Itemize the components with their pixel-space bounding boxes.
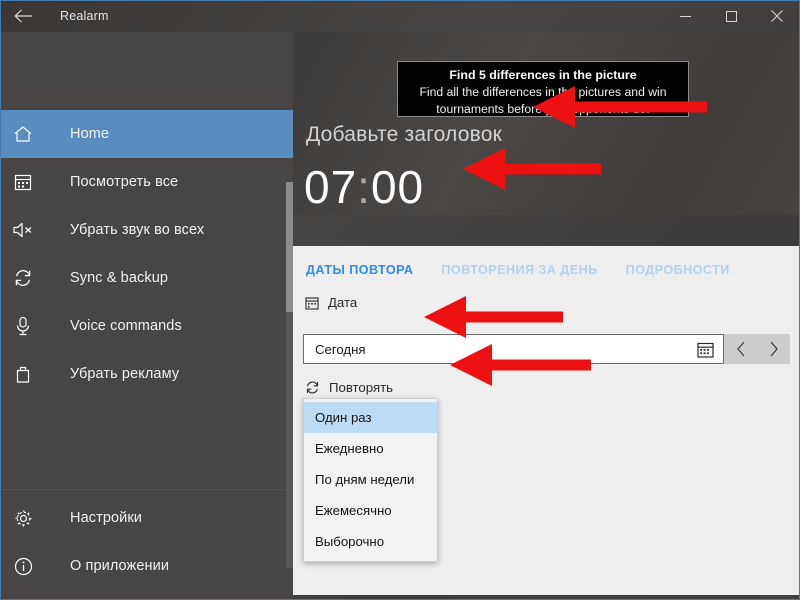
app-window: Realarm Home Посмотреть все Убрать звук … xyxy=(0,0,800,600)
shopping-bag-icon xyxy=(0,365,46,384)
scrollbar-thumb[interactable] xyxy=(286,182,293,312)
sidebar-item-remove-ads[interactable]: Убрать рекламу xyxy=(0,350,293,398)
close-button[interactable] xyxy=(754,0,800,32)
chevron-left-icon xyxy=(736,341,746,357)
time-separator: : xyxy=(357,161,371,213)
sidebar-item-label: Убрать звук во всех xyxy=(70,222,205,238)
sidebar-item-label: Убрать рекламу xyxy=(70,366,180,382)
date-field-label: Дата xyxy=(293,295,800,310)
sidebar-item-sync-backup[interactable]: Sync & backup xyxy=(0,254,293,302)
sidebar-item-label: Посмотреть все xyxy=(70,174,179,190)
calendar-icon xyxy=(305,296,319,310)
date-input[interactable]: Сегодня xyxy=(303,334,724,364)
sidebar-item-about[interactable]: О приложении xyxy=(0,542,293,590)
alarm-time-display[interactable]: 07:00 xyxy=(304,159,424,215)
sidebar-item-label: Sync & backup xyxy=(70,270,169,286)
page-scrollbar[interactable] xyxy=(286,182,293,568)
tab-details[interactable]: ПОДРОБНОСТИ xyxy=(626,263,730,277)
title-bar: Realarm xyxy=(0,0,800,32)
sidebar-item-label: Home xyxy=(70,126,110,142)
ad-headline: Find 5 differences in the picture xyxy=(449,68,637,82)
ad-banner[interactable]: Find 5 differences in the picture Find a… xyxy=(397,61,689,117)
chevron-right-icon xyxy=(769,341,779,357)
date-prev-button[interactable] xyxy=(724,334,757,364)
gear-icon xyxy=(0,509,46,528)
window-controls xyxy=(662,0,800,32)
speaker-mute-icon xyxy=(0,221,46,239)
maximize-icon xyxy=(725,10,737,22)
home-icon xyxy=(0,125,46,143)
sidebar-item-voice-commands[interactable]: Voice commands xyxy=(0,302,293,350)
back-arrow-icon xyxy=(13,9,33,23)
info-icon xyxy=(0,557,46,576)
calendar-icon xyxy=(0,173,46,191)
sidebar: Home Посмотреть все Убрать звук во всех … xyxy=(0,32,293,600)
dropdown-option-weekdays[interactable]: По дням недели xyxy=(304,464,437,495)
tab-repeats-per-day[interactable]: ПОВТОРЕНИЯ ЗА ДЕНЬ xyxy=(441,263,597,277)
repeat-field-label: Повторять xyxy=(293,380,393,395)
minimize-button[interactable] xyxy=(662,0,708,32)
sidebar-item-settings[interactable]: Настройки xyxy=(0,494,293,542)
window-frame-left xyxy=(0,0,1,600)
date-input-value: Сегодня xyxy=(315,341,366,357)
window-frame-top xyxy=(0,0,800,1)
settings-card: ДАТЫ ПОВТОРА ПОВТОРЕНИЯ ЗА ДЕНЬ ПОДРОБНО… xyxy=(293,246,800,595)
sidebar-item-home[interactable]: Home xyxy=(0,110,293,158)
close-icon xyxy=(771,10,783,22)
dropdown-option-monthly[interactable]: Ежемесячно xyxy=(304,495,437,526)
back-button[interactable] xyxy=(0,0,46,32)
repeat-icon xyxy=(305,380,320,395)
alarm-minutes[interactable]: 00 xyxy=(371,161,424,213)
date-next-button[interactable] xyxy=(757,334,790,364)
date-label-text: Дата xyxy=(328,295,358,310)
sync-icon xyxy=(0,268,46,288)
minimize-icon xyxy=(679,11,691,22)
repeat-label-text: Повторять xyxy=(329,380,393,395)
maximize-button[interactable] xyxy=(708,0,754,32)
sidebar-item-label: Voice commands xyxy=(70,318,182,334)
date-picker-row: Сегодня xyxy=(303,334,790,364)
alarm-title-input[interactable]: Добавьте заголовок xyxy=(306,123,502,147)
sidebar-item-label: Настройки xyxy=(70,510,142,526)
tab-bar: ДАТЫ ПОВТОРА ПОВТОРЕНИЯ ЗА ДЕНЬ ПОДРОБНО… xyxy=(293,246,800,293)
tab-repeat-dates[interactable]: ДАТЫ ПОВТОРА xyxy=(306,263,413,277)
ad-body: Find all the differences in the pictures… xyxy=(419,85,667,116)
alarm-hero: Find 5 differences in the picture Find a… xyxy=(293,32,800,215)
sidebar-primary-nav: Home Посмотреть все Убрать звук во всех … xyxy=(0,32,293,489)
sidebar-item-mute-all[interactable]: Убрать звук во всех xyxy=(0,206,293,254)
main-panel: Find 5 differences in the picture Find a… xyxy=(293,32,800,600)
repeat-dropdown-list[interactable]: Один раз Ежедневно По дням недели Ежемес… xyxy=(303,398,438,562)
dropdown-option-daily[interactable]: Ежедневно xyxy=(304,433,437,464)
microphone-icon xyxy=(0,316,46,336)
sidebar-secondary-nav: Настройки О приложении xyxy=(0,489,293,600)
sidebar-item-view-all[interactable]: Посмотреть все xyxy=(0,158,293,206)
dropdown-option-custom[interactable]: Выборочно xyxy=(304,526,437,557)
app-title: Realarm xyxy=(60,9,109,23)
calendar-picker-icon[interactable] xyxy=(697,341,714,358)
alarm-hours[interactable]: 07 xyxy=(304,161,357,213)
sidebar-item-label: О приложении xyxy=(70,558,170,574)
dropdown-option-once[interactable]: Один раз xyxy=(304,402,437,433)
